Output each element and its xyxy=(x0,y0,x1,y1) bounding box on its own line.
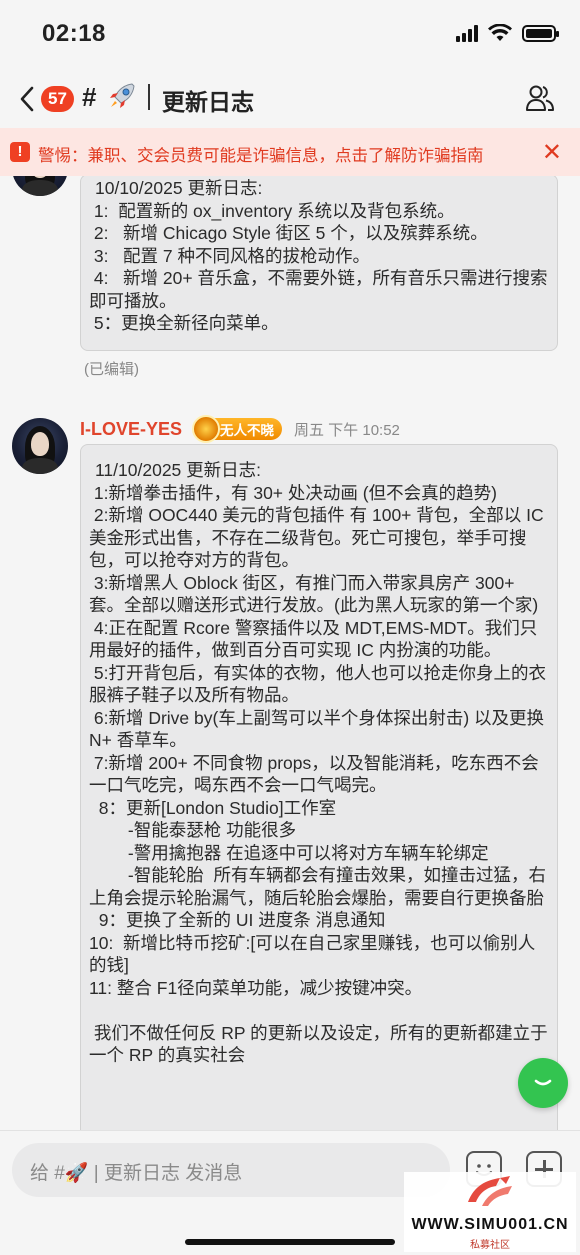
edited-label: (已编辑) xyxy=(84,361,139,378)
cellular-signal-icon xyxy=(456,24,478,42)
message-feed[interactable]: 10/10/2025 更新日志: 1: 配置新的 ox_inventory 系统… xyxy=(0,176,580,1130)
page-title: 更新日志 xyxy=(162,89,254,115)
message-line: 2: 新增 Chicago Style 街区 5 个，以及殡葬系统。 xyxy=(89,223,488,243)
message-line: -智能轮胎 所有车辆都会有撞击效果，如撞击过猛，右上角会提示轮胎漏气，随后轮胎会… xyxy=(89,865,546,908)
message-line: 3:新增黑人 Oblock 街区，有推门而入带家具房产 300+ 套。全部以赠送… xyxy=(89,572,539,616)
members-icon[interactable] xyxy=(524,82,556,114)
user-rank-badge: 无人不晓 xyxy=(192,415,283,443)
wifi-icon xyxy=(488,24,512,41)
message-line: -智能泰瑟枪 功能很多 xyxy=(89,820,297,840)
title-separator xyxy=(148,84,150,110)
username[interactable]: I-LOVE-YES xyxy=(80,419,182,440)
watermark-site: WWW.SIMU001.CN xyxy=(411,1216,569,1233)
message-line: 4:正在配置 Rcore 警察插件以及 MDT,EMS-MDT。我们只用最好的插… xyxy=(89,617,538,661)
message-line: 4: 新增 20+ 音乐盒，不需要外链，所有音乐只需进行搜索即可播放。 xyxy=(89,268,548,311)
message-input[interactable]: 给 #🚀 | 更新日志 发消息 xyxy=(12,1143,450,1197)
avatar[interactable] xyxy=(12,418,68,474)
message-line: 8：更新[London Studio]工作室 xyxy=(89,797,337,818)
battery-icon xyxy=(522,24,559,42)
home-indicator xyxy=(185,1239,395,1245)
message-header: I-LOVE-YES 无人不晓 周五 下午 10:52 xyxy=(80,415,400,443)
message-input-placeholder: 给 #🚀 | 更新日志 发消息 xyxy=(30,1163,243,1184)
message-line: -警用擒抱器 在追逐中可以将对方车辆车轮绑定 xyxy=(89,842,489,863)
close-icon[interactable]: ✕ xyxy=(542,138,562,167)
chevron-down-icon xyxy=(534,1079,552,1086)
back-icon[interactable] xyxy=(16,84,40,114)
message-line: 3: 配置 7 种不同风格的拔枪动作。 xyxy=(89,245,371,266)
scroll-to-bottom-button[interactable] xyxy=(518,1058,568,1108)
message-timestamp: 周五 下午 10:52 xyxy=(294,421,400,439)
crown-emblem-icon xyxy=(192,415,221,443)
message-line: 11: 整合 F1径向菜单功能，减少按键冲突。 xyxy=(89,977,423,998)
user-rank-label: 无人不晓 xyxy=(220,423,275,438)
watermark: WWW.SIMU001.CN 私募社区 xyxy=(404,1172,576,1252)
warning-text[interactable]: 警惕：兼职、交会员费可能是诈骗信息，点击了解防诈骗指南 xyxy=(38,142,484,166)
message-line: 10: 新增比特币挖矿:[可以在自己家里赚钱，也可以偷别人的钱] xyxy=(89,932,536,976)
status-bar: 02:18 xyxy=(0,0,580,70)
watermark-logo-icon xyxy=(468,1176,512,1206)
message-line: 5：更换全新径向菜单。 xyxy=(89,313,279,333)
message-line: 5:打开背包后，有实体的衣物，他人也可以抢走你身上的衣服裤子鞋子以及所有物品。 xyxy=(89,662,546,706)
warning-icon: ! xyxy=(10,142,30,162)
unread-badge[interactable]: 57 xyxy=(41,86,74,112)
message-line: 2:新增 OOC440 美元的背包插件 有 100+ 背包，全部以 IC 美金形… xyxy=(89,505,549,570)
message-line: 1:新增拳击插件，有 30+ 处决动画 (但不会真的趋势) xyxy=(89,482,497,503)
message-line xyxy=(89,999,549,1022)
fraud-warning-banner[interactable]: ! 警惕：兼职、交会员费可能是诈骗信息，点击了解防诈骗指南 ✕ xyxy=(0,128,580,176)
message-bubble: 10/10/2025 更新日志: 1: 配置新的 ox_inventory 系统… xyxy=(80,176,558,351)
channel-header: 57 # 更新日志 xyxy=(0,70,580,128)
rocket-icon xyxy=(110,83,135,108)
avatar[interactable] xyxy=(12,176,68,196)
status-time: 02:18 xyxy=(42,20,106,47)
message-line: 我们不做任何反 RP 的更新以及设定，所有的更新都建立于一个 RP 的真实社会 xyxy=(89,1022,548,1066)
message-line: 6:新增 Drive by(车上副驾可以半个身体探出射击) 以及更换 N+ 香草… xyxy=(89,707,549,751)
message-line: 7:新增 200+ 不同食物 props，以及智能消耗，吃东西不会一口气吃完，喝… xyxy=(89,752,539,796)
watermark-subtitle: 私募社区 xyxy=(470,1240,510,1251)
message-line: 11/10/2025 更新日志: xyxy=(95,460,262,480)
message-line: 10/10/2025 更新日志: xyxy=(95,178,263,198)
status-icons xyxy=(456,24,559,42)
message-bubble: 11/10/2025 更新日志: 1:新增拳击插件，有 30+ 处决动画 (但不… xyxy=(80,444,558,1130)
message-line: 1: 配置新的 ox_inventory 系统以及背包系统。 xyxy=(89,200,455,221)
channel-hash-symbol: # xyxy=(82,82,97,112)
message-line: 9：更换了全新的 UI 进度条 消息通知 xyxy=(89,910,386,930)
